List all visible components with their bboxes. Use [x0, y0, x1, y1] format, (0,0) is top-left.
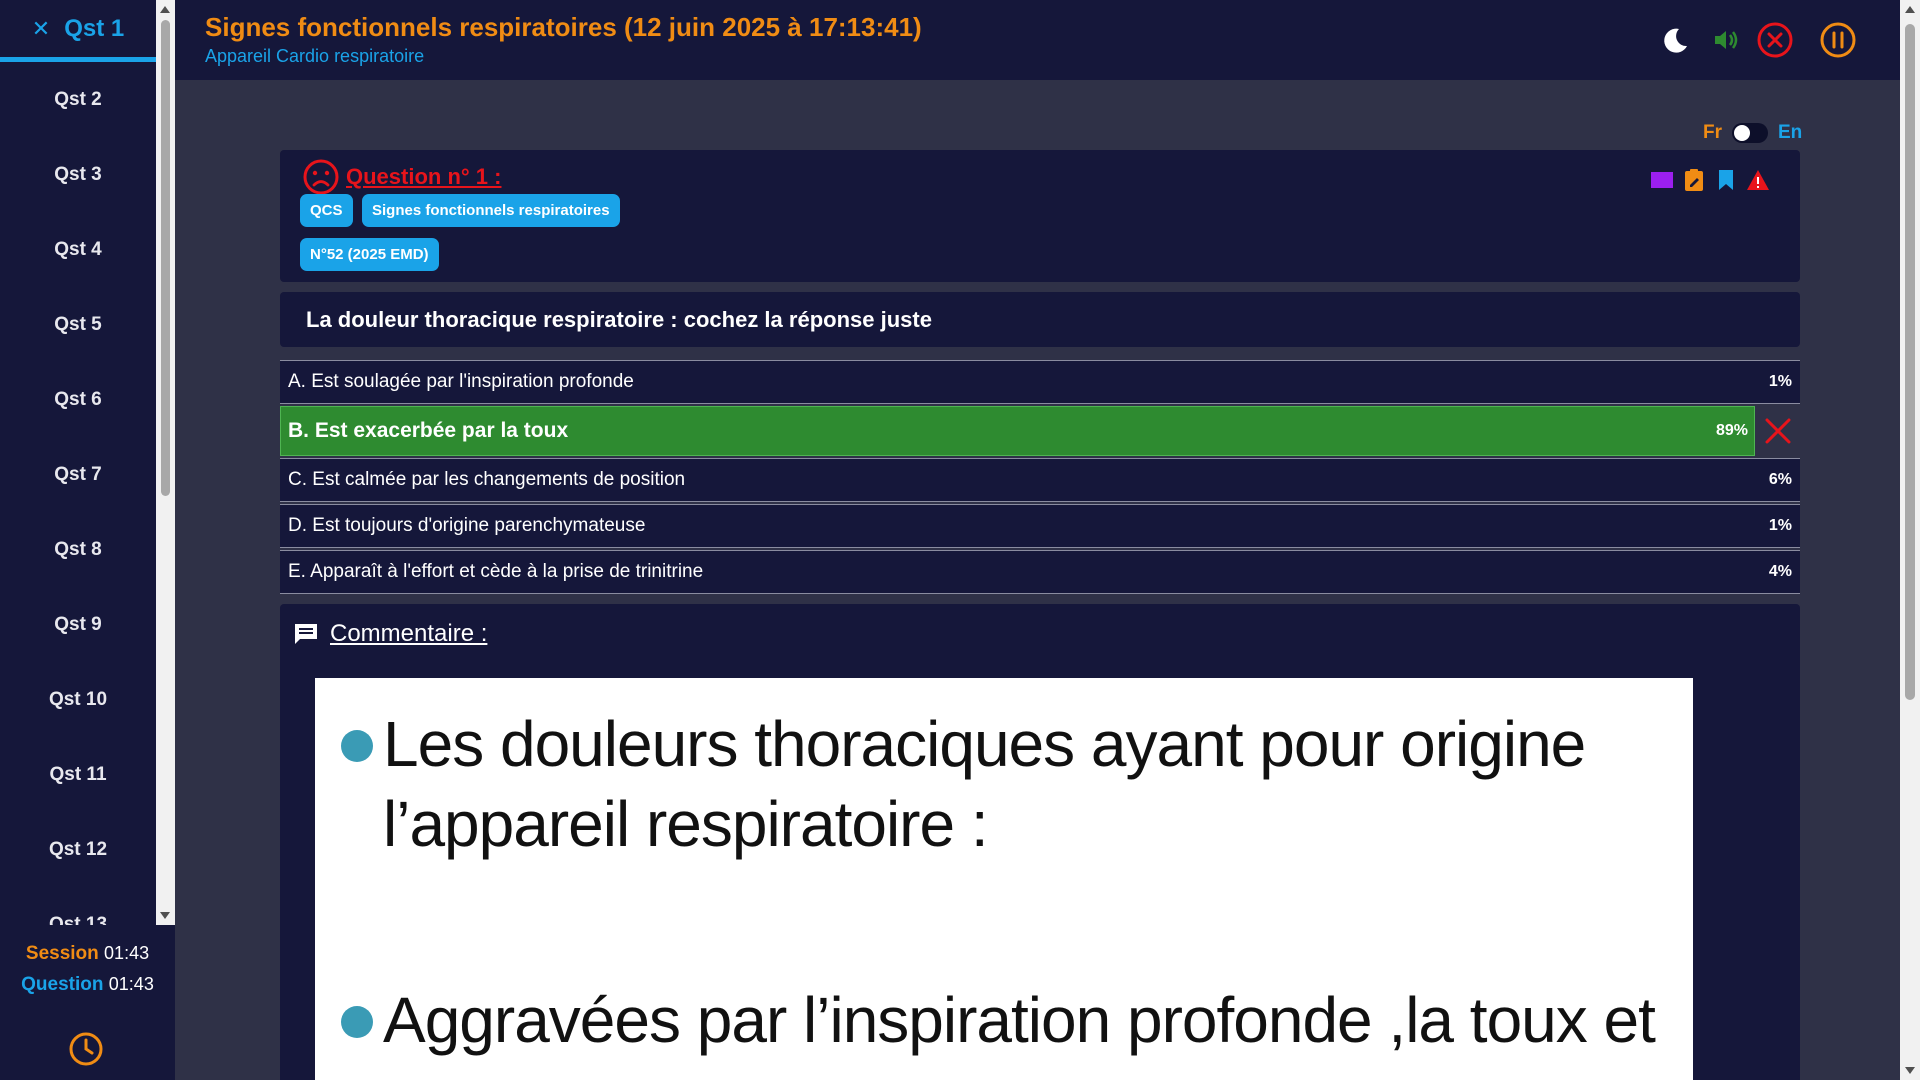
comment-title: Commentaire :	[330, 620, 488, 647]
session-timer-label: Session	[25, 943, 99, 964]
question-timer-label: Question	[21, 974, 104, 995]
page-title: Signes fonctionnels respiratoires (12 ju…	[205, 12, 922, 42]
question-item[interactable]: Qst 11	[0, 737, 156, 812]
question-item[interactable]: Qst 6	[0, 362, 156, 437]
pause-circle-icon[interactable]	[1818, 20, 1858, 60]
sad-face-icon	[303, 159, 339, 195]
answer-list: A. Est soulagée par l'inspiration profon…	[280, 360, 1800, 596]
question-item[interactable]: Qst 10	[0, 662, 156, 737]
answer-option-correct[interactable]: B. Est exacerbée par la toux 89%	[280, 406, 1800, 456]
question-item-active[interactable]: ✕ Qst 1	[0, 0, 156, 62]
tag-topic: Signes fonctionnels respiratoires	[362, 194, 620, 227]
question-header: Question n° 1 : QCS Signes fonctionnels …	[280, 150, 1800, 282]
scroll-up-arrow-icon[interactable]	[1905, 6, 1915, 13]
question-title: Question n° 1 :	[346, 164, 502, 189]
bullet-icon	[341, 730, 373, 762]
question-sidebar: ✕ Qst 1 Qst 2 Qst 3 Qst 4 Qst 5 Qst 6 Qs…	[0, 0, 175, 1080]
answer-option[interactable]: E. Apparaît à l'effort et cède à la pris…	[280, 550, 1800, 594]
scrollbar-thumb[interactable]	[161, 20, 170, 496]
session-timer: Session 01:43	[0, 938, 175, 969]
language-switch[interactable]	[1732, 123, 1768, 143]
edit-clipboard-icon[interactable]	[1682, 168, 1706, 192]
answer-percent: 6%	[1768, 471, 1792, 488]
question-list: ✕ Qst 1 Qst 2 Qst 3 Qst 4 Qst 5 Qst 6 Qs…	[0, 0, 156, 925]
slide-line: Les douleurs thoraciques ayant pour orig…	[383, 708, 1586, 780]
scroll-down-arrow-icon[interactable]	[160, 912, 170, 919]
answer-option[interactable]: A. Est soulagée par l'inspiration profon…	[280, 360, 1800, 404]
slide-line: l’appareil respiratoire :	[383, 788, 989, 860]
tag-reference: N°52 (2025 EMD)	[300, 238, 439, 271]
answer-option[interactable]: C. Est calmée par les changements de pos…	[280, 458, 1800, 502]
scroll-down-arrow-icon[interactable]	[1905, 1067, 1915, 1074]
volume-icon[interactable]	[1705, 20, 1745, 60]
question-timer-value: 01:43	[108, 974, 154, 994]
close-circle-icon[interactable]	[1755, 20, 1795, 60]
question-item[interactable]: Qst 5	[0, 287, 156, 362]
answer-label: D. Est toujours d'origine parenchymateus…	[288, 515, 646, 536]
top-header: Signes fonctionnels respiratoires (12 ju…	[175, 0, 1900, 80]
sidebar-scrollbar[interactable]	[156, 0, 175, 925]
question-item-label: Qst 1	[64, 14, 125, 42]
scrollbar-thumb[interactable]	[1905, 24, 1915, 700]
clock-icon[interactable]	[67, 1030, 105, 1068]
question-item[interactable]: Qst 4	[0, 212, 156, 287]
comment-header: Commentaire :	[292, 620, 487, 648]
timers: Session 01:43 Question 01:43	[0, 938, 175, 1000]
answer-label: B. Est exacerbée par la toux	[288, 419, 569, 442]
answer-label: A. Est soulagée par l'inspiration profon…	[288, 371, 634, 392]
cross-mark-icon	[1765, 418, 1791, 444]
answer-label: E. Apparaît à l'effort et cède à la pris…	[288, 561, 704, 582]
question-tools	[1650, 168, 1770, 192]
statement-text: La douleur thoracique respiratoire : coc…	[306, 307, 932, 332]
language-en-label[interactable]: En	[1778, 122, 1802, 144]
question-item[interactable]: Qst 12	[0, 812, 156, 887]
question-item[interactable]: Qst 7	[0, 437, 156, 512]
warning-icon[interactable]	[1746, 168, 1770, 192]
slide-line: Aggravées par l’inspiration profonde ,la…	[383, 984, 1656, 1056]
answer-percent: 4%	[1768, 563, 1792, 580]
answer-option[interactable]: D. Est toujours d'origine parenchymateus…	[280, 504, 1800, 548]
page-scrollbar[interactable]	[1900, 0, 1920, 1080]
page-subtitle: Appareil Cardio respiratoire	[205, 46, 425, 66]
question-item[interactable]: Qst 3	[0, 137, 156, 212]
comment-icon	[295, 624, 317, 644]
answer-label: C. Est calmée par les changements de pos…	[288, 469, 686, 490]
question-item[interactable]: Qst 9	[0, 587, 156, 662]
language-fr-label[interactable]: Fr	[1703, 122, 1722, 144]
session-timer-value: 01:43	[104, 943, 150, 963]
moon-icon[interactable]	[1655, 20, 1695, 60]
tag-type: QCS	[300, 194, 353, 227]
switch-knob	[1734, 125, 1750, 141]
answer-percent: 1%	[1768, 373, 1792, 390]
bookmark-icon[interactable]	[1714, 168, 1738, 192]
comment-section: Commentaire : Les douleurs thoraciques a…	[280, 604, 1800, 1080]
answer-percent: 1%	[1768, 517, 1792, 534]
comment-slide-image: Les douleurs thoraciques ayant pour orig…	[315, 678, 1693, 1080]
question-title-row: Question n° 1 :	[302, 158, 501, 196]
language-toggle[interactable]: Fr En	[1703, 122, 1802, 144]
scroll-up-arrow-icon[interactable]	[160, 6, 170, 13]
question-item[interactable]: Qst 8	[0, 512, 156, 587]
question-statement: La douleur thoracique respiratoire : coc…	[280, 292, 1800, 347]
bullet-icon	[341, 1006, 373, 1038]
question-item[interactable]: Qst 13	[0, 887, 156, 926]
question-timer: Question 01:43	[0, 969, 175, 1000]
close-icon[interactable]: ✕	[32, 16, 50, 42]
color-square-icon[interactable]	[1650, 168, 1674, 192]
answer-percent: 89%	[1715, 422, 1748, 439]
question-item[interactable]: Qst 2	[0, 62, 156, 137]
